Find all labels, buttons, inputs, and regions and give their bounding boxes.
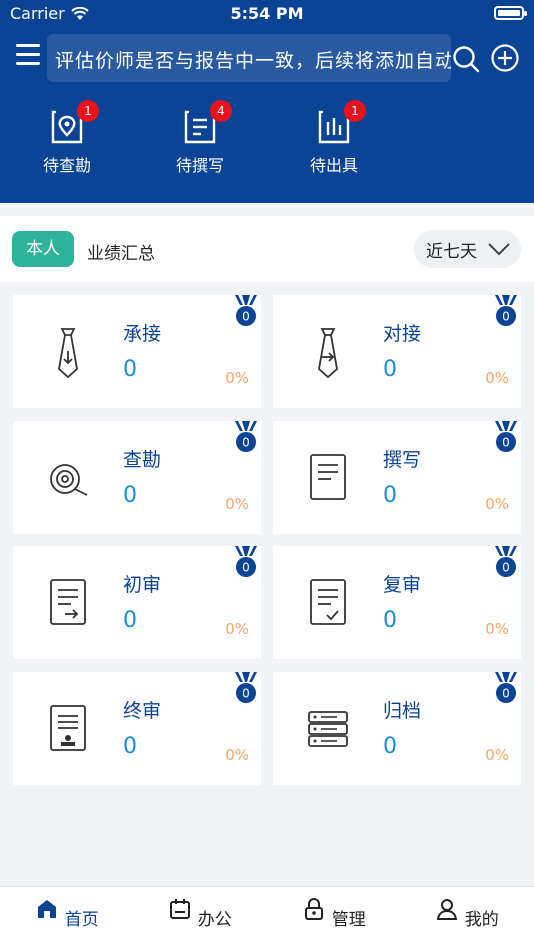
- stat-value: 0: [383, 482, 397, 508]
- document-icon: [310, 453, 346, 500]
- tab-label: 首页: [64, 910, 99, 930]
- medal-icon: 0: [235, 671, 257, 703]
- stat-card-connect[interactable]: 对接 0 0% 0: [273, 295, 521, 408]
- medal-count: 0: [502, 435, 510, 449]
- notification-badge: 1: [344, 100, 366, 122]
- quick-pending-survey[interactable]: 1 待查勘: [27, 100, 107, 176]
- stat-card-accept[interactable]: 承接 0 0% 0: [13, 295, 261, 408]
- battery-icon: [494, 6, 527, 20]
- medal-icon: 0: [495, 295, 517, 326]
- stat-card-archive[interactable]: 归档 0 0% 0: [273, 671, 521, 785]
- stat-card-first-review[interactable]: 初审 0 0% 0: [13, 546, 261, 659]
- stat-value: 0: [383, 608, 397, 633]
- medal-count: 0: [502, 561, 510, 575]
- stat-title: 查勘: [123, 448, 162, 471]
- tab-office[interactable]: 办公: [160, 897, 240, 930]
- medal-icon: 0: [495, 671, 517, 703]
- scope-self-button[interactable]: 本人: [12, 231, 74, 267]
- chevron-down-icon: [488, 243, 510, 256]
- tab-manage[interactable]: 管理: [294, 897, 374, 930]
- stat-value: 0: [123, 608, 137, 633]
- bottom-tab-bar: 首页 办公 管理 我的: [0, 886, 534, 950]
- stat-title: 承接: [123, 323, 162, 345]
- stat-percent: 0%: [225, 494, 249, 513]
- status-bar: Carrier 5:54 PM: [0, 0, 534, 28]
- stat-card-survey[interactable]: 查勘 0 0% 0: [13, 420, 261, 534]
- doc-check-icon: [310, 579, 346, 625]
- stat-value: 0: [123, 733, 137, 759]
- stat-percent: 0%: [485, 620, 509, 638]
- summary-title: 业绩汇总: [87, 244, 155, 264]
- quick-pending-write[interactable]: 4 待撰写: [160, 100, 240, 176]
- tab-label: 管理: [331, 910, 366, 930]
- notification-badge: 1: [77, 100, 99, 122]
- stat-title: 终审: [123, 699, 162, 722]
- date-range-value: 近七天: [426, 241, 477, 262]
- medal-count: 0: [242, 435, 250, 449]
- stat-card-second-review[interactable]: 复审 0 0% 0: [273, 546, 521, 659]
- tab-label: 我的: [464, 910, 499, 930]
- search-icon[interactable]: [452, 45, 480, 73]
- stat-percent: 0%: [225, 620, 249, 638]
- stat-value: 0: [123, 482, 137, 508]
- stat-title: 归档: [383, 699, 422, 722]
- stat-title: 对接: [383, 323, 422, 345]
- user-icon: [437, 899, 458, 920]
- lock-icon: [305, 898, 324, 920]
- calendar-icon: [170, 899, 191, 919]
- notice-marquee[interactable]: 评估价师是否与报告中一致，后续将添加自动生成: [47, 34, 451, 82]
- quick-pending-issue[interactable]: 1 待出具: [294, 100, 374, 176]
- tab-home[interactable]: 首页: [27, 897, 107, 930]
- stat-percent: 0%: [485, 369, 509, 387]
- magnifier-icon: [50, 463, 88, 496]
- medal-count: 0: [242, 561, 250, 575]
- menu-icon[interactable]: [16, 44, 40, 68]
- stat-card-final-review[interactable]: 终审 0 0% 0: [13, 671, 261, 785]
- doc-stamp-icon: [50, 704, 86, 751]
- home-icon: [38, 900, 57, 918]
- stat-title: 撰写: [383, 448, 422, 471]
- tie-down-icon: [58, 328, 78, 379]
- medal-count: 0: [502, 310, 510, 324]
- medal-count: 0: [242, 310, 250, 324]
- medal-count: 0: [242, 686, 250, 700]
- stat-percent: 0%: [225, 369, 249, 387]
- app-header: Carrier 5:54 PM 评估价师是否与报告中一致，后续将添加自动生成: [0, 0, 534, 203]
- tab-mine[interactable]: 我的: [427, 897, 507, 930]
- add-circle-icon[interactable]: [490, 43, 520, 73]
- medal-icon: 0: [235, 546, 257, 577]
- performance-summary-bar: 本人 业绩汇总 近七天: [0, 216, 534, 282]
- quick-label: 待查勘: [42, 156, 91, 175]
- status-time: 5:54 PM: [230, 4, 304, 23]
- stat-title: 初审: [123, 574, 162, 596]
- tie-right-icon: [318, 328, 338, 379]
- stat-percent: 0%: [485, 745, 509, 764]
- stat-percent: 0%: [225, 745, 249, 764]
- quick-label: 待撰写: [175, 156, 224, 175]
- tab-label: 办公: [197, 910, 232, 930]
- medal-icon: 0: [235, 420, 257, 452]
- stat-value: 0: [123, 357, 137, 382]
- stat-title: 复审: [383, 574, 422, 596]
- medal-count: 0: [502, 686, 510, 700]
- medal-icon: 0: [495, 546, 517, 577]
- medal-icon: 0: [235, 295, 257, 326]
- date-range-select[interactable]: 近七天: [414, 230, 521, 268]
- stat-value: 0: [383, 357, 397, 382]
- notification-badge: 4: [210, 100, 232, 122]
- doc-arrow-icon: [50, 579, 86, 625]
- stat-value: 0: [383, 733, 397, 759]
- medal-icon: 0: [495, 420, 517, 452]
- quick-label: 待出具: [309, 156, 358, 175]
- stat-card-write[interactable]: 撰写 0 0% 0: [273, 420, 521, 534]
- archive-icon: [308, 710, 348, 747]
- notice-text: 评估价师是否与报告中一致，后续将添加自动生成: [55, 50, 451, 72]
- stat-percent: 0%: [485, 494, 509, 513]
